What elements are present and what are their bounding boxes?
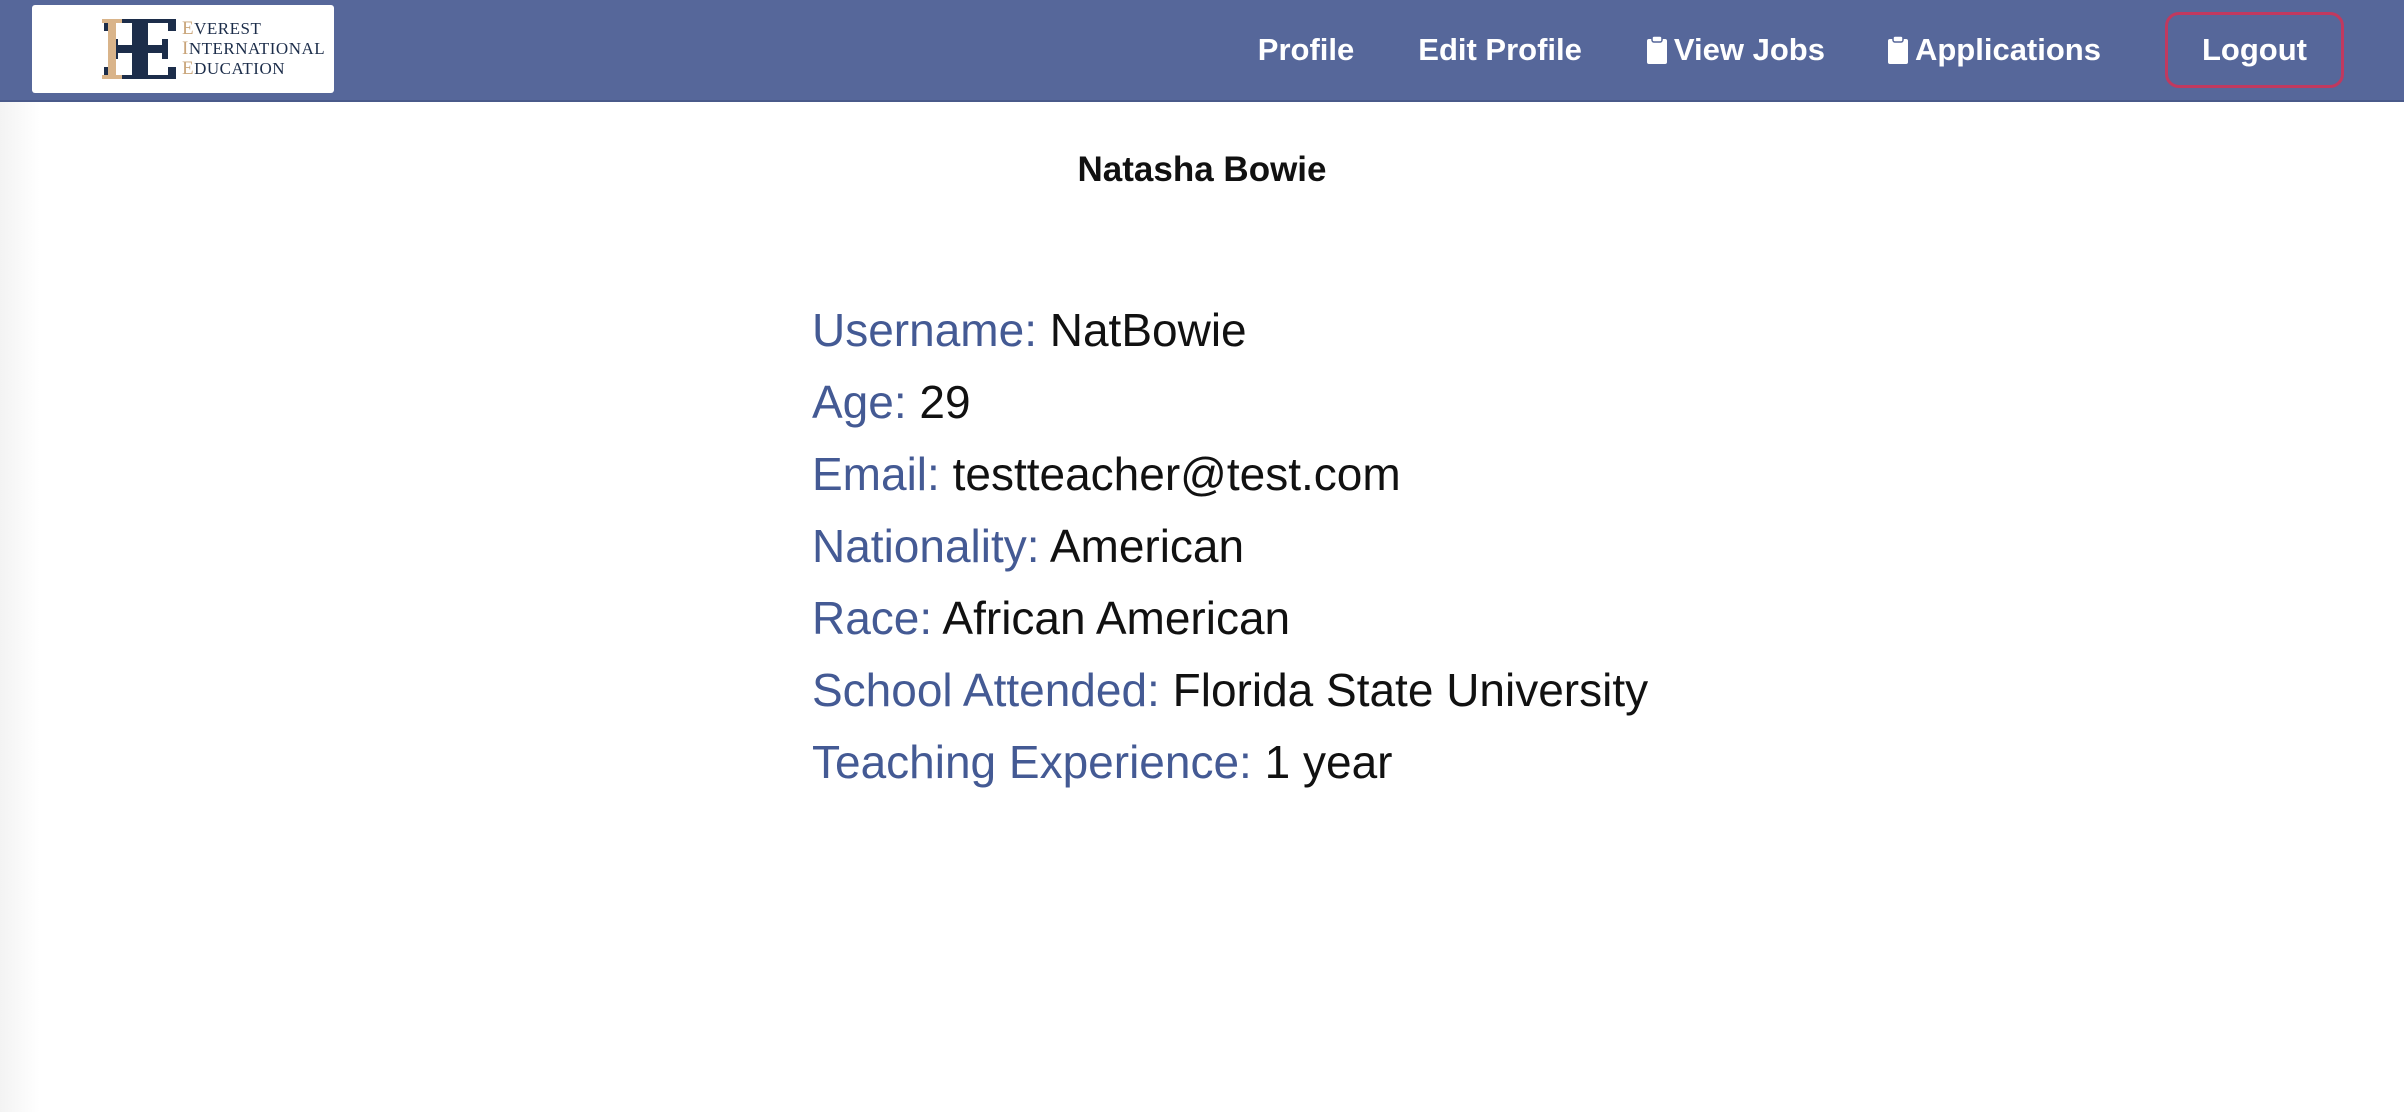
detail-value: testteacher@test.com bbox=[952, 448, 1401, 500]
detail-teaching-experience: Teaching Experience: 1 year bbox=[812, 726, 1648, 798]
clipboard-icon bbox=[1887, 35, 1908, 64]
everest-logo-icon bbox=[102, 19, 176, 79]
profile-name: Natasha Bowie bbox=[1077, 150, 1327, 189]
brand-wordmark: EVEREST INTERNATIONAL EDUCATION bbox=[182, 18, 326, 79]
detail-age: Age: 29 bbox=[812, 366, 1648, 438]
detail-label: Age: bbox=[812, 376, 907, 428]
page: EVEREST INTERNATIONAL EDUCATION Profile … bbox=[0, 0, 2404, 1112]
detail-school-attended: School Attended: Florida State Universit… bbox=[812, 654, 1648, 726]
detail-value: African American bbox=[942, 592, 1291, 644]
nav-view-jobs-label: View Jobs bbox=[1673, 32, 1825, 67]
detail-label: Nationality: bbox=[812, 520, 1040, 572]
nav-edit-profile[interactable]: Edit Profile bbox=[1418, 32, 1582, 68]
detail-label: Username: bbox=[812, 304, 1037, 356]
detail-value: 1 year bbox=[1264, 736, 1393, 788]
nav-applications-label: Applications bbox=[1914, 32, 2101, 67]
detail-value: American bbox=[1049, 520, 1245, 572]
navbar: EVEREST INTERNATIONAL EDUCATION Profile … bbox=[0, 0, 2404, 102]
profile-details: Username: NatBowie Age: 29 Email: testte… bbox=[812, 294, 1648, 798]
clipboard-icon bbox=[1646, 35, 1667, 64]
detail-value: 29 bbox=[919, 376, 971, 428]
detail-email: Email: testteacher@test.com bbox=[812, 438, 1648, 510]
detail-race: Race: African American bbox=[812, 582, 1648, 654]
detail-nationality: Nationality: American bbox=[812, 510, 1648, 582]
nav-view-jobs[interactable]: View Jobs bbox=[1646, 32, 1825, 68]
logout-button[interactable]: Logout bbox=[2164, 12, 2344, 88]
detail-label: Email: bbox=[812, 448, 940, 500]
nav-links: Profile Edit Profile View Jobs Applicati… bbox=[1258, 0, 2404, 100]
detail-value: NatBowie bbox=[1049, 304, 1247, 356]
detail-label: Teaching Experience: bbox=[812, 736, 1252, 788]
detail-label: School Attended: bbox=[812, 664, 1160, 716]
detail-value: Florida State University bbox=[1172, 664, 1649, 716]
nav-profile[interactable]: Profile bbox=[1258, 32, 1354, 68]
detail-username: Username: NatBowie bbox=[812, 294, 1648, 366]
nav-applications[interactable]: Applications bbox=[1887, 32, 2101, 68]
detail-label: Race: bbox=[812, 592, 933, 644]
brand-logo-link[interactable]: EVEREST INTERNATIONAL EDUCATION bbox=[32, 5, 334, 93]
